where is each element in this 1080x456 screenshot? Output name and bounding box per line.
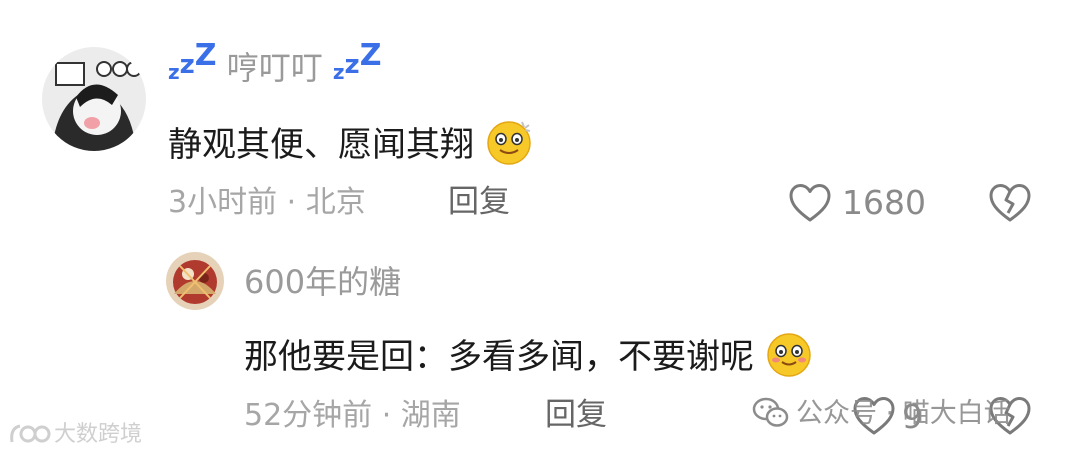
comment-body: 静观其便、愿闻其翔 xyxy=(168,125,474,165)
dislike-button[interactable] xyxy=(988,183,1032,223)
username-text: 哼叮叮 xyxy=(226,49,323,87)
reply-comment-body: 那他要是回：多看多闻，不要谢呢 xyxy=(244,337,754,377)
reply-username[interactable]: 600年的糖 xyxy=(244,266,401,298)
like-count: 1680 xyxy=(842,183,926,222)
watermark-account: 公众号 · 喵大白话 xyxy=(796,398,1011,429)
watermark-logo-icon xyxy=(8,420,52,448)
watermark-brand: 大数跨境 xyxy=(54,422,143,447)
blush-smile-emoji-icon xyxy=(765,330,813,378)
reply-reply-button[interactable]: 回复 xyxy=(545,400,607,431)
dizzy-smile-emoji-icon xyxy=(485,118,533,166)
zzz-decoration-icon: zzZ xyxy=(168,38,217,84)
reply-time-location: 52分钟前 · 湖南 xyxy=(244,398,461,433)
commenter-username[interactable]: zzZ 哼叮叮 zzZ xyxy=(168,38,382,87)
commenter-avatar[interactable] xyxy=(42,47,146,151)
comment-text: 静观其便、愿闻其翔 xyxy=(168,118,533,166)
reply-comment-text: 那他要是回：多看多闻，不要谢呢 xyxy=(244,330,813,378)
reply-commenter-avatar[interactable] xyxy=(166,252,224,310)
comment-time-location: 3小时前 · 北京 xyxy=(168,185,366,220)
wechat-icon xyxy=(752,396,790,430)
reply-button[interactable]: 回复 xyxy=(448,187,510,218)
zzz-decoration-icon: zzZ xyxy=(332,38,382,84)
like-button[interactable] xyxy=(788,183,832,223)
broken-heart-icon xyxy=(989,184,1031,222)
heart-icon xyxy=(789,184,831,222)
